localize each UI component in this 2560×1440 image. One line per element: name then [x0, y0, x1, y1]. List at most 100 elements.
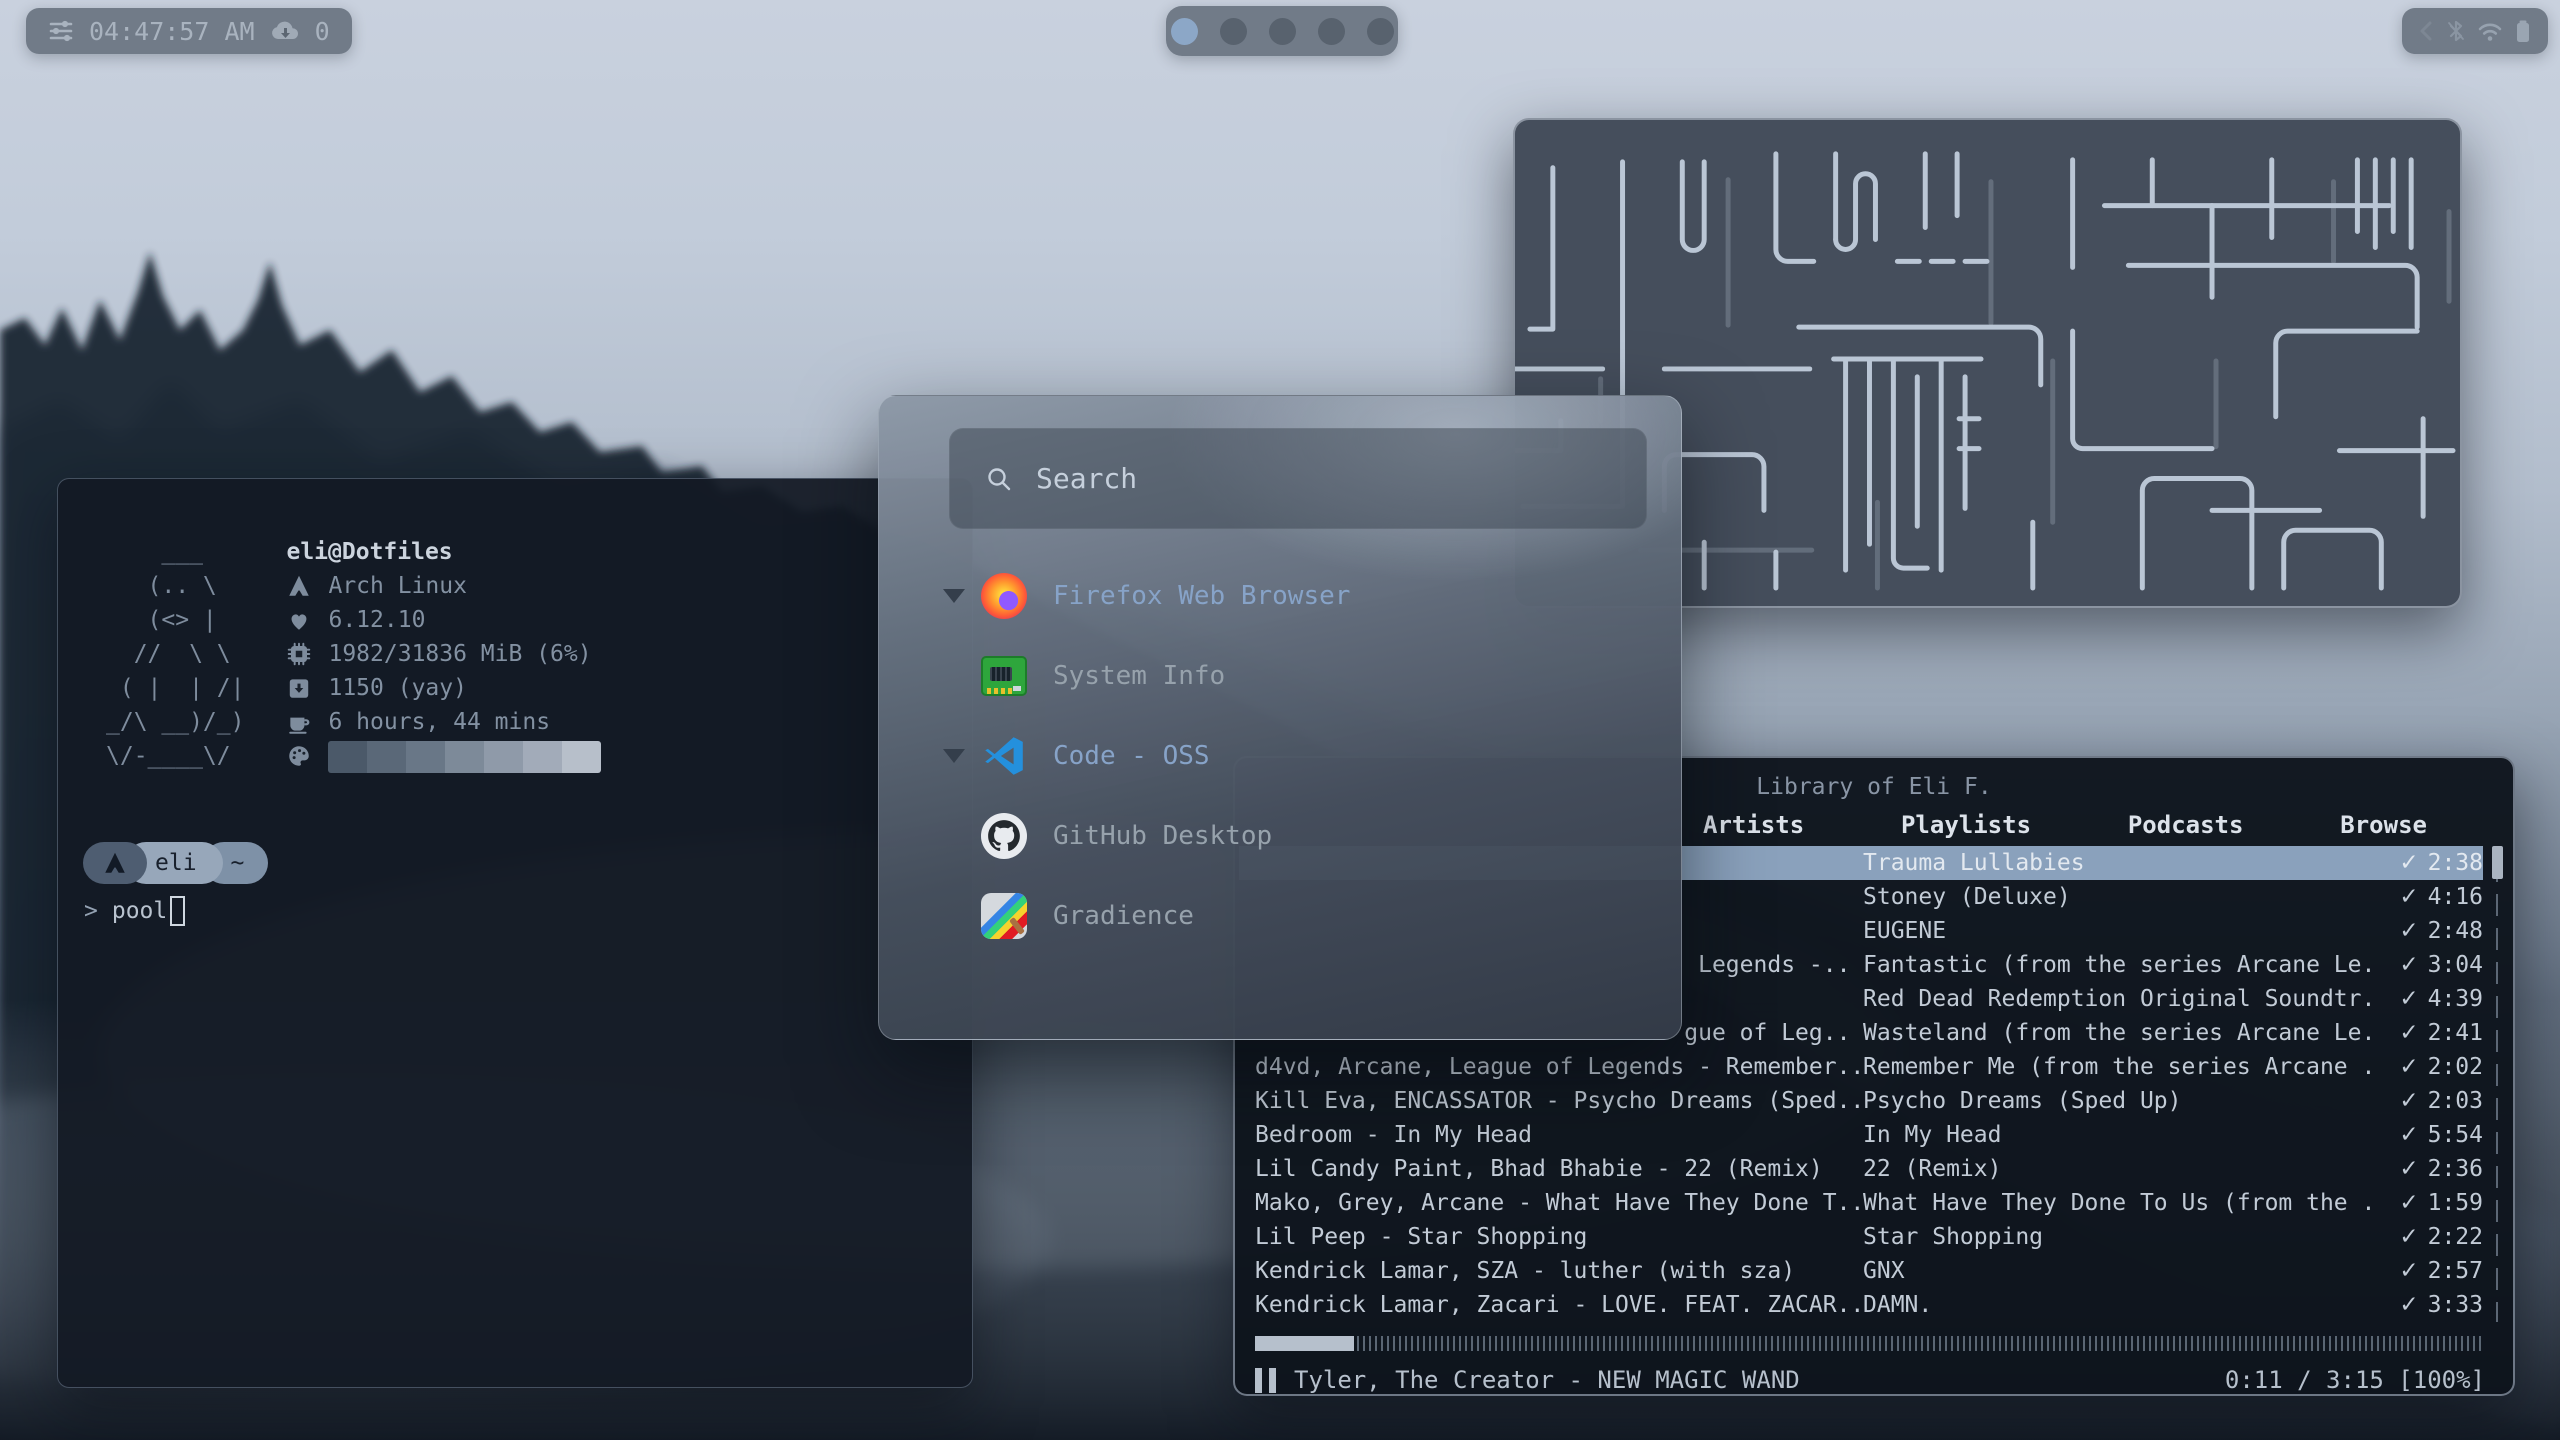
fastfetch-output: ___ (.. \ (<> | // \ \ ( | | /| _/\ __)/… — [106, 535, 601, 773]
track-duration: 4:39 — [2428, 986, 2483, 1012]
track-duration: 2:48 — [2428, 918, 2483, 944]
app-row-firefox[interactable]: Firefox Web Browser — [879, 556, 1681, 636]
workspace-dot-4[interactable] — [1318, 18, 1345, 45]
workspace-dot-1[interactable] — [1171, 18, 1198, 45]
track-artist: Kendrick Lamar, SZA - luther (with sza) — [1255, 1258, 1863, 1284]
check-icon — [2399, 952, 2418, 978]
search-input[interactable]: Search — [949, 428, 1647, 529]
app-row-gradience[interactable]: Gradience — [879, 876, 1681, 956]
updates-count: 0 — [315, 17, 330, 46]
track-row[interactable]: Kill Eva, ENCASSATOR - Psycho Dreams (Sp… — [1239, 1084, 2483, 1118]
track-duration: 3:33 — [2428, 1292, 2483, 1318]
scrollbar-thumb[interactable] — [2492, 846, 2503, 879]
palette-swatch — [445, 741, 484, 773]
track-row[interactable]: Kendrick Lamar, Zacari - LOVE. FEAT. ZAC… — [1239, 1288, 2483, 1322]
palette-swatch — [523, 741, 562, 773]
check-icon — [2399, 1122, 2418, 1148]
track-row[interactable]: Lil Peep - Star Shopping Star Shopping 2… — [1239, 1220, 2483, 1254]
track-title: What Have They Done To Us (from the .. — [1863, 1190, 2373, 1216]
app-results-list: Firefox Web Browser System Info Code - O… — [879, 556, 1681, 956]
fetch-kernel: 6.12.10 — [328, 603, 425, 637]
pause-icon[interactable] — [1255, 1368, 1276, 1393]
app-label: Gradience — [1053, 901, 1194, 931]
packages-box-icon — [286, 675, 312, 701]
search-icon — [984, 464, 1014, 494]
kernel-heart-icon — [286, 607, 312, 633]
app-row-github-desktop[interactable]: GitHub Desktop — [879, 796, 1681, 876]
track-title: Wasteland (from the series Arcane Le.. — [1863, 1020, 2373, 1046]
check-icon — [2399, 1292, 2418, 1318]
check-icon — [2399, 1088, 2418, 1114]
playback-time: 0:11 / 3:15 [100%] — [2225, 1366, 2485, 1394]
bluetooth-off-icon[interactable] — [2444, 18, 2468, 44]
clock: 04:47:57 AM — [89, 17, 255, 46]
app-label: Firefox Web Browser — [1053, 581, 1350, 611]
track-title: Remember Me (from the series Arcane .. — [1863, 1054, 2373, 1080]
workspace-dot-5[interactable] — [1367, 18, 1394, 45]
now-playing-bar: Tyler, The Creator - NEW MAGIC WAND 0:11… — [1255, 1362, 2485, 1398]
seek-bar-fill — [1255, 1336, 1354, 1351]
track-title: 22 (Remix) — [1863, 1156, 2373, 1182]
uptime-cup-icon — [286, 709, 312, 735]
workspace-dot-3[interactable] — [1269, 18, 1296, 45]
search-placeholder: Search — [1036, 462, 1137, 495]
check-icon — [2399, 1054, 2418, 1080]
track-title: In My Head — [1863, 1122, 2373, 1148]
player-tabs: Artists Playlists Podcasts Browse — [1703, 811, 2427, 839]
fetch-title: eli@Dotfiles — [286, 535, 601, 569]
track-title: Fantastic (from the series Arcane Le.. — [1863, 952, 2373, 978]
system-info-icon — [981, 653, 1027, 699]
app-row-code-oss[interactable]: Code - OSS — [879, 716, 1681, 796]
palette-icon — [286, 743, 312, 769]
fetch-uptime: 6 hours, 44 mins — [328, 705, 550, 739]
sliders-icon[interactable] — [48, 18, 74, 44]
shell-prompt: eli ~ — [83, 842, 268, 884]
track-title: Star Shopping — [1863, 1224, 2373, 1250]
terminal-window[interactable]: ___ (.. \ (<> | // \ \ ( | | /| _/\ __)/… — [57, 478, 973, 1388]
track-row[interactable]: d4vd, Arcane, League of Legends - Rememb… — [1239, 1050, 2483, 1084]
command-line[interactable]: > pool — [84, 894, 185, 928]
prompt-arch-segment — [83, 842, 147, 884]
fetch-memory: 1982/31836 MiB (6%) — [328, 637, 591, 671]
track-artist: Mako, Grey, Arcane - What Have They Done… — [1255, 1190, 1863, 1216]
tab-podcasts[interactable]: Podcasts — [2128, 811, 2244, 839]
track-row[interactable]: Kendrick Lamar, SZA - luther (with sza) … — [1239, 1254, 2483, 1288]
track-duration: 2:03 — [2428, 1088, 2483, 1114]
workspace-switcher — [1166, 6, 1398, 56]
chevron-spacer — [943, 669, 965, 683]
track-artist: Bedroom - In My Head — [1255, 1122, 1863, 1148]
check-icon — [2399, 1224, 2418, 1250]
track-row[interactable]: Lil Candy Paint, Bhad Bhabie - 22 (Remix… — [1239, 1152, 2483, 1186]
memory-chip-icon — [286, 641, 312, 667]
seek-bar[interactable] — [1255, 1336, 2485, 1351]
desktop: 04:47:57 AM 0 — [0, 0, 2560, 1440]
check-icon — [2399, 1258, 2418, 1284]
scrollbar-track[interactable] — [2496, 854, 2498, 1322]
track-artist: Kill Eva, ENCASSATOR - Psycho Dreams (Sp… — [1255, 1088, 1863, 1114]
track-duration: 2:38 — [2428, 850, 2483, 876]
track-artist: Lil Candy Paint, Bhad Bhabie - 22 (Remix… — [1255, 1156, 1863, 1182]
palette-swatch — [562, 741, 601, 773]
check-icon — [2399, 884, 2418, 910]
track-duration: 2:57 — [2428, 1258, 2483, 1284]
workspace-dot-2[interactable] — [1220, 18, 1247, 45]
topbar-status-pill: 04:47:57 AM 0 — [26, 8, 352, 54]
track-duration: 3:04 — [2428, 952, 2483, 978]
chevron-left-icon[interactable] — [2416, 18, 2436, 44]
github-icon — [981, 813, 1027, 859]
track-duration: 4:16 — [2428, 884, 2483, 910]
track-row[interactable]: Bedroom - In My Head In My Head 5:54 — [1239, 1118, 2483, 1152]
track-title: Stoney (Deluxe) — [1863, 884, 2373, 910]
tab-playlists[interactable]: Playlists — [1901, 811, 2031, 839]
app-row-system-info[interactable]: System Info — [879, 636, 1681, 716]
cloud-download-icon[interactable] — [270, 18, 300, 44]
tab-browse[interactable]: Browse — [2340, 811, 2427, 839]
battery-icon[interactable] — [2512, 18, 2534, 44]
track-duration: 2:36 — [2428, 1156, 2483, 1182]
track-row[interactable]: Mako, Grey, Arcane - What Have They Done… — [1239, 1186, 2483, 1220]
now-playing-track: Tyler, The Creator - NEW MAGIC WAND — [1294, 1366, 1800, 1394]
chevron-down-icon[interactable] — [943, 749, 965, 763]
wifi-icon[interactable] — [2476, 18, 2504, 44]
tab-artists[interactable]: Artists — [1703, 811, 1804, 839]
chevron-down-icon[interactable] — [943, 589, 965, 603]
